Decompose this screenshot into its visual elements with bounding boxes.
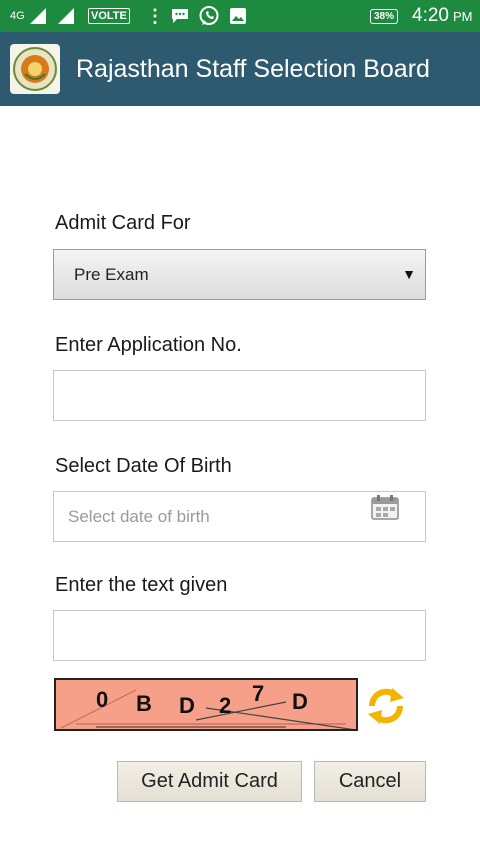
- messages-icon: [170, 0, 190, 32]
- application-no-input[interactable]: [53, 370, 426, 421]
- admit-card-for-select[interactable]: Pre Exam ▼: [53, 249, 426, 300]
- dob-placeholder: Select date of birth: [68, 507, 210, 526]
- network-type: 4G: [10, 0, 25, 32]
- application-no-label: Enter Application No.: [55, 334, 242, 356]
- whatsapp-icon: [198, 0, 220, 32]
- status-bar: 4G VOLTE ⋮ 38% 4:20 PM: [0, 0, 480, 32]
- battery-icon: 38%: [370, 0, 399, 32]
- volte-badge: VOLTE: [88, 0, 130, 32]
- captcha-char-4: 2: [219, 693, 231, 718]
- clock: 4:20 PM: [412, 0, 472, 32]
- get-admit-card-button[interactable]: Get Admit Card: [117, 761, 302, 802]
- captcha-char-1: 0: [96, 687, 108, 712]
- network-label: 4G: [10, 10, 25, 22]
- battery-level: 38%: [370, 8, 399, 24]
- captcha-input[interactable]: [53, 610, 426, 661]
- captcha-char-3: D: [179, 693, 195, 718]
- calendar-icon[interactable]: [371, 494, 399, 520]
- refresh-captcha-icon[interactable]: [364, 684, 408, 728]
- admit-card-for-selected: Pre Exam: [74, 265, 149, 284]
- captcha-label: Enter the text given: [55, 574, 228, 596]
- captcha-char-2: B: [136, 691, 152, 716]
- dob-label: Select Date Of Birth: [55, 455, 232, 477]
- rssb-logo: [10, 44, 60, 94]
- more-notifications-icon: ⋮: [146, 5, 164, 26]
- admit-card-for-label: Admit Card For: [55, 212, 191, 234]
- captcha-char-5: 7: [252, 681, 264, 706]
- dropdown-arrow-icon: ▼: [402, 266, 416, 282]
- app-bar: Rajasthan Staff Selection Board: [0, 32, 480, 106]
- volte-label: VOLTE: [88, 8, 130, 24]
- app-title: Rajasthan Staff Selection Board: [76, 55, 430, 83]
- signal-icon-2: [58, 0, 74, 32]
- signal-icon-1: [30, 0, 46, 32]
- gallery-icon: [229, 0, 247, 32]
- clock-ampm: PM: [452, 8, 473, 24]
- captcha-image: 0 B D 2 7 D: [54, 678, 358, 731]
- captcha-char-6: D: [292, 689, 308, 714]
- clock-time: 4:20: [412, 5, 449, 26]
- dob-input[interactable]: Select date of birth: [53, 491, 426, 542]
- cancel-button[interactable]: Cancel: [314, 761, 426, 802]
